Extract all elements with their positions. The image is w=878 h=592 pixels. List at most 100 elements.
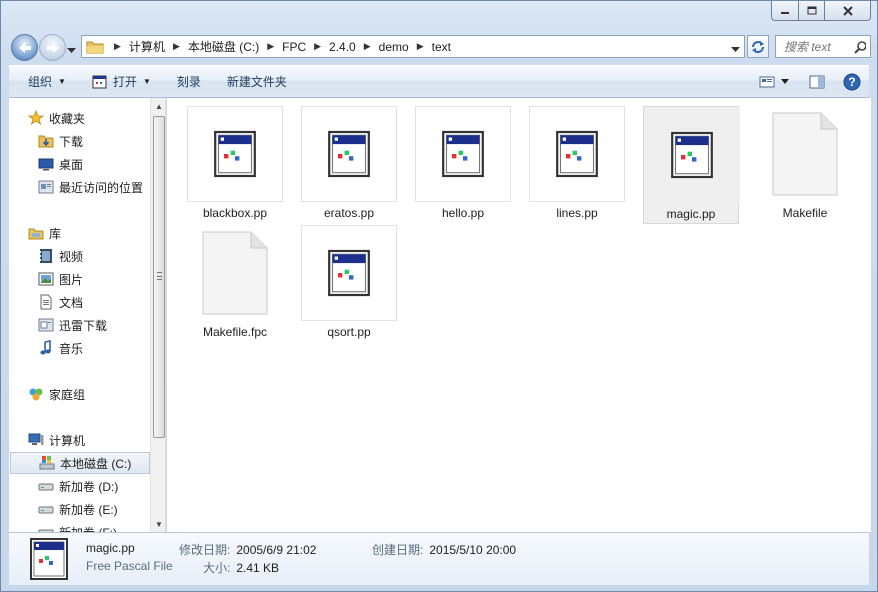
new-folder-button[interactable]: 新建文件夹 — [218, 66, 296, 97]
view-controls: ? — [753, 66, 869, 97]
file-thumbnail[interactable] — [187, 225, 283, 321]
nav-desktop[interactable]: 桌面 — [38, 153, 83, 175]
maximize-button[interactable] — [799, 1, 825, 21]
nav-videos[interactable]: 视频 — [38, 245, 83, 267]
search-input[interactable] — [784, 39, 854, 54]
breadcrumb-item[interactable]: demo — [379, 40, 409, 54]
nav-drive-f[interactable]: 新加卷 (F:) — [38, 521, 117, 532]
nav-xunlei-downloads[interactable]: 迅雷下载 — [38, 314, 107, 336]
nav-label: 下载 — [59, 134, 84, 149]
details-pane: magic.pp Free Pascal File 修改日期: 2005/6/9 … — [9, 532, 869, 585]
nav-drive-c[interactable]: 本地磁盘 (C:) — [10, 452, 150, 474]
detail-size: 大小: 2.41 KB — [203, 559, 279, 576]
file-item[interactable]: lines.pp — [529, 106, 625, 220]
back-button[interactable] — [11, 34, 38, 61]
search-box[interactable] — [775, 35, 871, 58]
nav-pictures[interactable]: 图片 — [38, 268, 83, 290]
drive-icon — [38, 524, 54, 532]
recent-places-icon — [38, 179, 54, 195]
file-item[interactable]: qsort.pp — [301, 225, 397, 339]
breadcrumb-separator-icon[interactable]: ▶ — [417, 41, 424, 52]
navigation-pane: 收藏夹 下载 桌面 最近访问的位置 库 视频 图片 文档 迅雷下载 音乐 家庭组… — [9, 98, 166, 532]
close-button[interactable] — [825, 1, 871, 21]
breadcrumb-item[interactable]: FPC — [282, 40, 306, 54]
nav-label: 新加卷 (D:) — [59, 479, 119, 494]
nav-drive-e[interactable]: 新加卷 (E:) — [38, 498, 118, 520]
scroll-down-button[interactable]: ▼ — [151, 516, 165, 532]
file-thumbnail[interactable] — [644, 107, 740, 203]
nav-computer[interactable]: 计算机 — [28, 429, 85, 451]
explorer-window: ▶ 计算机 ▶ 本地磁盘 (C:) ▶ FPC ▶ 2.4.0 ▶ demo ▶… — [0, 0, 878, 592]
navigation-row: ▶ 计算机 ▶ 本地磁盘 (C:) ▶ FPC ▶ 2.4.0 ▶ demo ▶… — [9, 33, 871, 61]
file-name[interactable]: qsort.pp — [301, 325, 397, 339]
forward-arrow-icon — [46, 42, 59, 53]
nav-label: 迅雷下载 — [59, 318, 108, 333]
view-options-dropdown[interactable] — [781, 79, 789, 84]
breadcrumb-separator-icon[interactable]: ▶ — [314, 41, 321, 52]
preview-pane-button[interactable] — [809, 75, 825, 89]
file-thumbnail[interactable] — [415, 106, 511, 202]
address-history-dropdown[interactable] — [731, 42, 740, 56]
file-thumbnail[interactable] — [529, 106, 625, 202]
file-item[interactable]: blackbox.pp — [187, 106, 283, 220]
nav-drive-d[interactable]: 新加卷 (D:) — [38, 475, 118, 497]
scroll-thumb[interactable] — [153, 116, 165, 438]
organize-label: 组织 — [28, 75, 53, 89]
file-item[interactable]: magic.pp — [643, 106, 740, 224]
address-bar[interactable]: ▶ 计算机 ▶ 本地磁盘 (C:) ▶ FPC ▶ 2.4.0 ▶ demo ▶… — [81, 35, 745, 58]
file-name[interactable]: Makefile.fpc — [187, 325, 283, 339]
breadcrumb-item[interactable]: text — [432, 40, 451, 54]
scroll-up-button[interactable]: ▲ — [151, 98, 165, 114]
nav-label: 库 — [49, 226, 62, 241]
recent-pages-dropdown[interactable] — [67, 43, 76, 57]
grip-icon — [157, 272, 162, 280]
file-item[interactable]: Makefile — [757, 106, 853, 220]
nav-documents[interactable]: 文档 — [38, 291, 83, 313]
file-thumbnail[interactable] — [301, 106, 397, 202]
file-item[interactable]: Makefile.fpc — [187, 225, 283, 339]
system-drive-icon — [39, 455, 55, 471]
open-with-icon — [92, 75, 107, 88]
file-name[interactable]: eratos.pp — [301, 206, 397, 220]
size-label: 大小: — [203, 561, 231, 575]
file-name[interactable]: Makefile — [757, 206, 853, 220]
breadcrumb-separator-icon[interactable]: ▶ — [173, 41, 180, 52]
breadcrumb: ▶ 计算机 ▶ 本地磁盘 (C:) ▶ FPC ▶ 2.4.0 ▶ demo ▶… — [110, 38, 451, 55]
breadcrumb-separator-icon[interactable]: ▶ — [114, 41, 121, 52]
nav-downloads[interactable]: 下载 — [38, 130, 83, 152]
close-icon — [842, 5, 853, 16]
file-name[interactable]: lines.pp — [529, 206, 625, 220]
chevron-down-icon: ▼ — [58, 77, 66, 86]
file-item[interactable]: hello.pp — [415, 106, 511, 220]
search-icon[interactable] — [854, 40, 866, 54]
nav-recent-places[interactable]: 最近访问的位置 — [38, 176, 143, 198]
nav-favorites[interactable]: 收藏夹 — [28, 107, 85, 129]
breadcrumb-item[interactable]: 2.4.0 — [329, 40, 356, 54]
organize-button[interactable]: 组织 ▼ — [19, 66, 75, 97]
change-view-button[interactable] — [759, 75, 775, 89]
nav-homegroup[interactable]: 家庭组 — [28, 383, 85, 405]
file-thumbnail[interactable] — [757, 106, 853, 202]
nav-music[interactable]: 音乐 — [38, 337, 83, 359]
file-name[interactable]: blackbox.pp — [187, 206, 283, 220]
breadcrumb-separator-icon[interactable]: ▶ — [364, 41, 371, 52]
file-name[interactable]: hello.pp — [415, 206, 511, 220]
breadcrumb-separator-icon[interactable]: ▶ — [267, 41, 274, 52]
file-name[interactable]: magic.pp — [644, 207, 738, 221]
nav-scrollbar[interactable]: ▲ ▼ — [150, 98, 165, 532]
refresh-button[interactable] — [747, 35, 769, 58]
file-item[interactable]: eratos.pp — [301, 106, 397, 220]
blank-file-icon — [202, 231, 268, 315]
burn-button[interactable]: 刻录 — [168, 66, 210, 97]
file-thumbnail[interactable] — [187, 106, 283, 202]
breadcrumb-item[interactable]: 本地磁盘 (C:) — [188, 38, 259, 55]
nav-libraries[interactable]: 库 — [28, 222, 61, 244]
created-value: 2015/5/10 20:00 — [429, 543, 517, 557]
help-button[interactable]: ? — [843, 73, 861, 91]
open-button[interactable]: 打开 ▼ — [83, 66, 160, 97]
drive-icon — [38, 478, 54, 494]
file-thumbnail[interactable] — [301, 225, 397, 321]
breadcrumb-item[interactable]: 计算机 — [129, 38, 165, 55]
minimize-button[interactable] — [771, 1, 799, 21]
forward-button[interactable] — [39, 34, 66, 61]
